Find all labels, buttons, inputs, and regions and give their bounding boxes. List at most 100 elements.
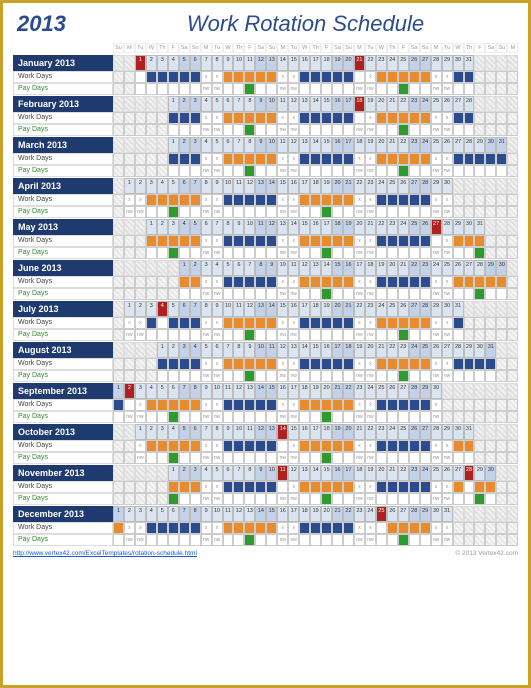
work-cell (233, 358, 244, 370)
work-cell (223, 317, 234, 329)
day-number-cell: 30 (453, 424, 464, 440)
pay-cell (453, 165, 464, 177)
pay-cell (464, 247, 475, 259)
work-cell (146, 112, 157, 124)
pay-cell (223, 83, 234, 95)
day-number-cell: 1 (124, 178, 135, 194)
work-cell (376, 235, 387, 247)
work-cell (398, 358, 409, 370)
source-link[interactable]: http://www.vertex42.com/ExcelTemplates/r… (13, 550, 197, 557)
pay-cell (288, 370, 299, 382)
work-cell (299, 71, 310, 83)
work-cell (277, 481, 288, 493)
day-number-cell: 30 (453, 55, 464, 71)
work-cell (453, 440, 464, 452)
work-cell (387, 481, 398, 493)
day-number-cell: 13 (244, 506, 255, 522)
day-number-cell: 11 (277, 137, 288, 153)
day-number-cell: 12 (244, 301, 255, 317)
day-number-cell: 15 (310, 342, 321, 358)
work-cell (332, 358, 343, 370)
day-number-cell: 15 (288, 55, 299, 71)
pay-cell (310, 370, 321, 382)
pay-cell (113, 206, 124, 218)
work-cell (507, 358, 518, 370)
pay-cell (354, 452, 365, 464)
day-of-week-header: SuMTuWThFSaSuMTuWThFSaSuMTuWThFSaSuMTuWT… (13, 43, 518, 53)
pay-cell (266, 206, 277, 218)
day-number-cell: 1 (113, 506, 124, 522)
pay-cell (135, 452, 146, 464)
pay-cell (255, 165, 266, 177)
pay-cell (168, 411, 179, 423)
work-cell (485, 235, 496, 247)
pay-cell (310, 329, 321, 341)
pay-cell (420, 247, 431, 259)
dow-label: W (223, 43, 234, 53)
schedule-document: 2013 Work Rotation Schedule SuMTuWThFSaS… (13, 11, 518, 557)
work-cell (277, 440, 288, 452)
work-cell (354, 358, 365, 370)
work-cell (244, 358, 255, 370)
work-cell (431, 522, 442, 534)
work-cell (365, 276, 376, 288)
day-number-cell: 15 (321, 137, 332, 153)
day-number-cell (124, 96, 135, 112)
day-number-cell: 9 (223, 55, 234, 71)
work-cell (255, 317, 266, 329)
work-cell (420, 481, 431, 493)
pay-cell (277, 411, 288, 423)
work-cell (332, 235, 343, 247)
work-cell (157, 235, 168, 247)
work-cell (288, 399, 299, 411)
day-number-cell: 25 (431, 465, 442, 481)
work-cell (244, 276, 255, 288)
work-cell (398, 235, 409, 247)
day-number-cell (113, 260, 124, 276)
work-cell (420, 522, 431, 534)
work-cell (146, 522, 157, 534)
day-number-cell: 2 (146, 424, 157, 440)
work-cell (365, 153, 376, 165)
pay-cell (244, 370, 255, 382)
pay-cell (343, 370, 354, 382)
pay-cell (442, 411, 453, 423)
work-cell (496, 317, 507, 329)
day-number-cell: 7 (233, 96, 244, 112)
pay-cell (442, 83, 453, 95)
work-cell (201, 481, 212, 493)
work-cell (179, 481, 190, 493)
pay-cell (453, 452, 464, 464)
pay-cell (409, 370, 420, 382)
pay-cell (453, 411, 464, 423)
day-number-cell: 1 (146, 219, 157, 235)
day-number-cell: 28 (453, 342, 464, 358)
month-label: December 2013 (13, 506, 113, 522)
day-number-cell: 27 (420, 424, 431, 440)
day-number-cell: 14 (310, 465, 321, 481)
day-number-cell: 9 (255, 96, 266, 112)
pay-cell (157, 370, 168, 382)
work-cell (453, 71, 464, 83)
day-number-cell (135, 342, 146, 358)
month-block: May 201312345678910111213141516171819202… (13, 219, 518, 259)
work-cell (354, 276, 365, 288)
work-cell (409, 522, 420, 534)
day-number-cell: 14 (277, 55, 288, 71)
work-cell (223, 194, 234, 206)
pay-cell (474, 83, 485, 95)
work-cell (168, 440, 179, 452)
pay-cell (398, 165, 409, 177)
pay-cell (310, 493, 321, 505)
day-number-cell: 29 (474, 137, 485, 153)
day-number-cell: 29 (464, 342, 475, 358)
pay-cell (255, 534, 266, 546)
day-number-cell: 3 (179, 342, 190, 358)
pay-cell (299, 493, 310, 505)
day-number-cell: 10 (233, 424, 244, 440)
work-cell (201, 317, 212, 329)
pay-cell (277, 370, 288, 382)
pay-cell (146, 534, 157, 546)
pay-cell (310, 124, 321, 136)
day-number-cell: 28 (431, 424, 442, 440)
